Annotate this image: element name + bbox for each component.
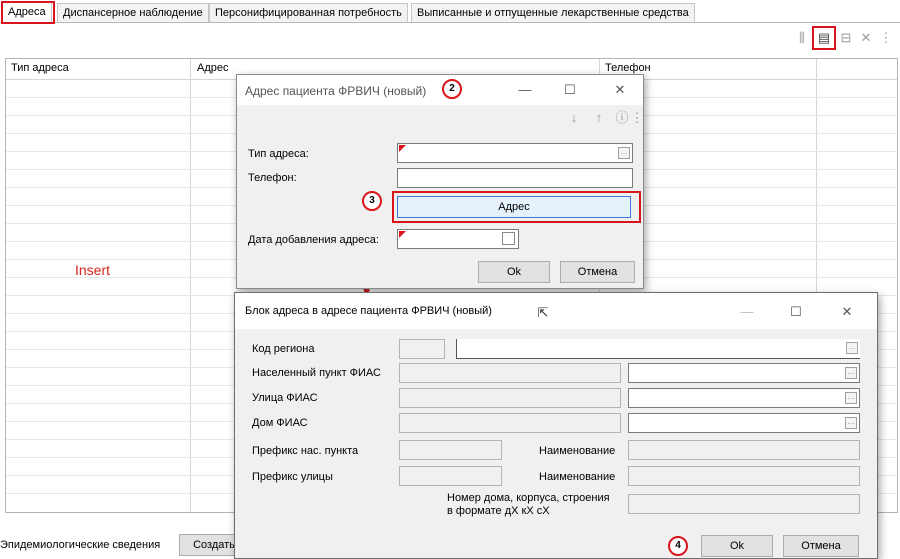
phone-label: Телефон:: [248, 172, 297, 184]
ellipsis-icon[interactable]: …: [845, 367, 857, 379]
ellipsis-icon[interactable]: …: [845, 392, 857, 404]
cancel-button[interactable]: Отмена: [560, 261, 635, 283]
cursor-icon: ⇱: [537, 305, 549, 320]
arrow-up-icon[interactable]: ↑: [591, 110, 607, 126]
locality-prefix-field[interactable]: [399, 440, 502, 460]
minimize-icon[interactable]: —: [739, 304, 755, 320]
required-marker: [399, 231, 406, 238]
ellipsis-icon[interactable]: …: [618, 147, 630, 159]
house-code-field[interactable]: [399, 413, 621, 433]
locality-prefix-label: Префикс нас. пункта: [252, 445, 359, 457]
house-number-field[interactable]: [628, 494, 860, 514]
maximize-icon[interactable]: ☐: [788, 304, 804, 320]
locality-name-field[interactable]: [628, 440, 860, 460]
locality-name-label: Наименование: [539, 445, 616, 457]
date-checkbox[interactable]: [502, 232, 515, 245]
locality-label: Населенный пункт ФИАС: [252, 367, 381, 379]
dialog1-titlebar: Адрес пациента ФРВИЧ (новый) — ☐ ✕: [237, 75, 643, 105]
arrow-down-icon[interactable]: ↓: [566, 110, 582, 126]
marker-2: 2: [442, 79, 462, 99]
address-button-highlight: [392, 191, 641, 223]
close-icon[interactable]: ✕: [612, 82, 628, 98]
street-prefix-label: Префикс улицы: [252, 471, 333, 483]
ellipsis-icon[interactable]: …: [846, 342, 858, 354]
patient-address-dialog: Адрес пациента ФРВИЧ (новый) — ☐ ✕ 2 ↓ ↑…: [236, 74, 644, 289]
region-code-field[interactable]: [399, 339, 445, 359]
house-field[interactable]: …: [628, 413, 860, 433]
house-number-label: Номер дома, корпуса, строения в формате …: [447, 492, 610, 517]
info-icon[interactable]: ⓘ: [614, 110, 630, 126]
dialog1-title: Адрес пациента ФРВИЧ (новый): [245, 84, 427, 98]
ellipsis-icon[interactable]: …: [845, 417, 857, 429]
minimize-icon[interactable]: —: [517, 82, 533, 98]
ok-button[interactable]: Ok: [478, 261, 550, 283]
marker-3: 3: [362, 191, 382, 211]
phone-field[interactable]: [397, 168, 633, 188]
locality-code-field[interactable]: [399, 363, 621, 383]
street-label: Улица ФИАС: [252, 392, 318, 404]
address-type-field[interactable]: …: [397, 143, 633, 163]
address-type-label: Тип адреса:: [248, 148, 309, 160]
locality-field[interactable]: …: [628, 363, 860, 383]
cancel-button[interactable]: Отмена: [783, 535, 859, 557]
dialog2-title: Блок адреса в адресе пациента ФРВИЧ (нов…: [245, 305, 492, 317]
date-added-field[interactable]: [397, 229, 519, 249]
street-prefix-field[interactable]: [399, 466, 502, 486]
marker-4: 4: [668, 536, 688, 556]
more-icon[interactable]: ⋮: [629, 110, 645, 126]
street-name-field[interactable]: [628, 466, 860, 486]
date-added-label: Дата добавления адреса:: [248, 234, 379, 246]
dialog2-titlebar: Блок адреса в адресе пациента ФРВИЧ (нов…: [235, 293, 877, 329]
house-label: Дом ФИАС: [252, 417, 308, 429]
region-code-label: Код региона: [252, 343, 315, 355]
street-code-field[interactable]: [399, 388, 621, 408]
street-name-label: Наименование: [539, 471, 616, 483]
maximize-icon[interactable]: ☐: [562, 82, 578, 98]
region-name-field[interactable]: …: [456, 339, 860, 359]
street-field[interactable]: …: [628, 388, 860, 408]
close-icon[interactable]: ✕: [839, 304, 855, 320]
ok-button[interactable]: Ok: [701, 535, 773, 557]
address-block-dialog: Блок адреса в адресе пациента ФРВИЧ (нов…: [234, 292, 878, 559]
required-marker: [399, 145, 406, 152]
